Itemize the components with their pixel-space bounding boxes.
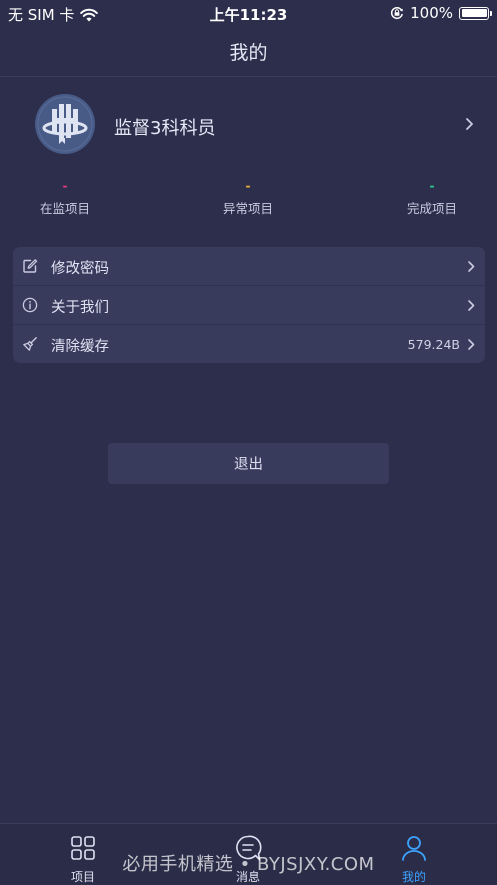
battery-icon: [459, 6, 492, 20]
broom-icon: [23, 337, 37, 351]
chevron-right-icon: [466, 118, 473, 130]
stat-monitoring[interactable]: - 在监项目: [15, 180, 115, 217]
row-label: 清除缓存: [51, 339, 109, 355]
row-label: 关于我们: [51, 300, 109, 316]
cache-size: 579.24B: [407, 337, 460, 352]
stat-completed[interactable]: - 完成项目: [382, 180, 482, 217]
nav-bar: 我的: [0, 26, 497, 77]
change-password-row[interactable]: 修改密码: [13, 247, 485, 285]
settings-card: 修改密码 关于我们 清除缓存 579.24B: [13, 247, 485, 363]
chevron-right-icon: [468, 261, 475, 272]
status-right: 100%: [390, 4, 492, 22]
stat-label: 在监项目: [39, 201, 90, 216]
avatar: [35, 94, 95, 154]
battery-percent: 100%: [410, 4, 453, 22]
edit-icon: [23, 259, 38, 273]
stat-value: -: [429, 179, 435, 193]
status-bar: 无 SIM 卡 上午11:23 100%: [0, 0, 497, 26]
project-stats: - 在监项目 - 异常项目 - 完成项目: [0, 180, 497, 220]
clear-cache-row[interactable]: 清除缓存 579.24B: [13, 324, 485, 363]
about-us-row[interactable]: 关于我们: [13, 285, 485, 324]
row-label: 修改密码: [51, 261, 109, 277]
page-title: 我的: [229, 42, 268, 64]
stat-label: 异常项目: [222, 201, 273, 216]
profile-row[interactable]: 监督3科科员: [0, 94, 497, 158]
info-icon: [22, 297, 38, 313]
profile-name: 监督3科科员: [114, 118, 216, 139]
company-logo-icon: [35, 94, 95, 154]
stat-value: -: [62, 179, 68, 193]
chevron-right-icon: [468, 339, 475, 350]
watermark-text: 必用手机精选 • BYJSJXY.COM: [122, 854, 375, 875]
logout-button[interactable]: 退出: [108, 443, 389, 484]
stat-abnormal[interactable]: - 异常项目: [198, 180, 298, 217]
stat-label: 完成项目: [406, 201, 457, 216]
chevron-right-icon: [468, 300, 475, 311]
stat-value: -: [245, 179, 251, 193]
orientation-lock-icon: [391, 6, 404, 20]
